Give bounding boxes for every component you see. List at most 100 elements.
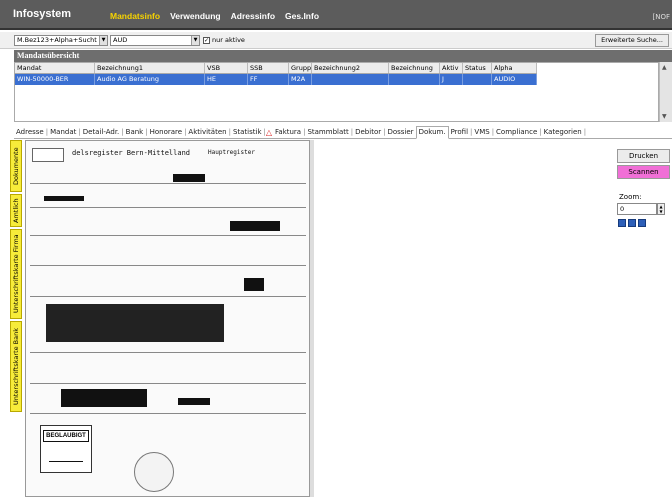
cell-bezeichnung2 [312,74,389,85]
tab-aktivitaeten[interactable]: Aktivitäten [186,128,228,136]
panel-title: Mandatsübersicht [14,50,672,62]
nav-verwendung[interactable]: Verwendung [170,11,221,21]
top-nav: Mandatsinfo Verwendung Adressinfo Ges.In… [110,11,319,21]
checkbox-icon[interactable]: ✓ [203,36,210,44]
certification-stamp: BEGLAUBIGT [40,425,92,473]
redaction [46,304,224,342]
divider [30,296,306,297]
stamp-label: BEGLAUBIGT [43,430,89,442]
top-right-label: [NOF [652,13,670,21]
redaction [230,221,280,231]
cell-alpha: AUDIO [492,74,537,85]
tab-statistik[interactable]: Statistik [231,128,264,136]
only-active-label: nur aktive [212,36,245,44]
tab-compliance[interactable]: Compliance [494,128,539,136]
scan-button[interactable]: Scannen [617,165,670,179]
cell-vsb: HE [205,74,248,85]
redaction [178,398,210,405]
register-logo [32,148,64,162]
mandate-grid: Mandat Bezeichnung1 VSB SSB Grupp Bezeic… [14,62,659,122]
tab-profil[interactable]: Profil [449,128,470,136]
tab-detail-adr[interactable]: Detail-Adr. [81,128,122,136]
tab-dokum[interactable]: Dokum. [415,125,449,139]
grid-scrollbar[interactable]: ▲ ▼ [659,62,672,122]
app-title: Infosystem [13,8,72,20]
column-header[interactable]: Bezeichnung1 [95,63,205,73]
column-header[interactable]: SSB [248,63,289,73]
redaction [61,389,147,407]
top-bar: Infosystem Mandatsinfo Verwendung Adress… [0,0,672,30]
redaction [173,174,205,182]
nav-gesinfo[interactable]: Ges.Info [285,11,319,21]
warning-icon: △ [265,127,273,137]
vtab-unterschriftskarte-bank[interactable]: Unterschriftskarte Bank [10,321,22,412]
cell-gruppe: M2A [289,74,312,85]
column-header[interactable]: Status [463,63,492,73]
cell-bezeichnung [389,74,440,85]
tab-honorare[interactable]: Honorare [148,128,184,136]
official-seal [134,452,174,492]
chevron-down-icon[interactable]: ▼ [99,36,107,45]
zoom-input[interactable]: 0 [617,203,657,215]
detail-tabs: Adresse | Mandat | Detail-Adr. | Bank | Hono… [14,125,672,139]
cell-aktiv: J [440,74,463,85]
divider [30,413,306,414]
divider [30,183,306,184]
document-scrollbar[interactable] [310,140,314,497]
zoom-stepper[interactable]: ▲ ▼ [657,203,665,215]
column-header[interactable]: Aktiv [440,63,463,73]
cell-mandat: WIN-50000-BER [15,74,95,85]
advanced-search-button[interactable]: Erweiterte Suche... [595,34,669,47]
grid-header: Mandat Bezeichnung1 VSB SSB Grupp Bezeic… [15,63,537,74]
nav-adressinfo[interactable]: Adressinfo [231,11,275,21]
column-header[interactable]: Bezeichnung [389,63,440,73]
column-header[interactable]: VSB [205,63,248,73]
signature [49,452,83,462]
redaction [44,196,84,201]
column-header[interactable]: Grupp [289,63,312,73]
print-button[interactable]: Drucken [617,149,670,163]
divider [30,235,306,236]
divider [30,352,306,353]
cell-status [463,74,492,85]
search-input[interactable]: AUD ▼ [110,35,200,46]
chevron-down-icon[interactable]: ▼ [191,36,199,45]
divider [30,383,306,384]
tab-kategorien[interactable]: Kategorien [542,128,584,136]
tab-dossier[interactable]: Dossier [385,128,415,136]
fit-width-icon[interactable] [618,219,626,227]
tab-vms[interactable]: VMS [472,128,491,136]
table-row[interactable]: WIN-50000-BER Audio AG Beratung HE FF M2… [15,74,537,85]
scroll-down-icon[interactable]: ▼ [662,113,667,120]
search-input-value: AUD [113,36,128,44]
only-active-checkbox[interactable]: ✓ nur aktive [203,36,245,44]
tab-mandat[interactable]: Mandat [48,128,78,136]
document-category-tabs: Dokumente Amtlich Unterschriftskarte Fir… [10,140,22,412]
tab-faktura[interactable]: Faktura [273,128,303,136]
vtab-amtlich[interactable]: Amtlich [10,194,22,227]
cell-bezeichnung1: Audio AG Beratung [95,74,205,85]
column-header[interactable]: Bezeichnung2 [312,63,389,73]
vtab-dokumente[interactable]: Dokumente [10,140,22,192]
search-mode-value: M.Bez123+Alpha+Sucht [17,36,97,44]
zoom-label: Zoom: [619,193,642,201]
document-viewer[interactable]: delsregister Bern-Mittelland Hauptregist… [25,140,310,497]
vtab-unterschriftskarte-firma[interactable]: Unterschriftskarte Firma [10,229,22,319]
column-header[interactable]: Alpha [492,63,537,73]
document-header-right: Hauptregister [208,149,255,156]
nav-mandatsinfo[interactable]: Mandatsinfo [110,11,160,21]
scroll-up-icon[interactable]: ▲ [662,64,667,71]
zoom-icon[interactable] [638,219,646,227]
column-header[interactable]: Mandat [15,63,95,73]
redaction [244,278,264,291]
fit-page-icon[interactable] [628,219,636,227]
tab-adresse[interactable]: Adresse [14,128,46,136]
tab-debitor[interactable]: Debitor [353,128,383,136]
search-toolbar: M.Bez123+Alpha+Sucht ▼ AUD ▼ ✓ nur aktiv… [0,32,672,49]
tab-stammblatt[interactable]: Stammblatt [305,128,350,136]
tab-bank[interactable]: Bank [124,128,146,136]
document-header: delsregister Bern-Mittelland [72,149,191,157]
divider [30,265,306,266]
cell-ssb: FF [248,74,289,85]
search-mode-select[interactable]: M.Bez123+Alpha+Sucht ▼ [14,35,108,46]
